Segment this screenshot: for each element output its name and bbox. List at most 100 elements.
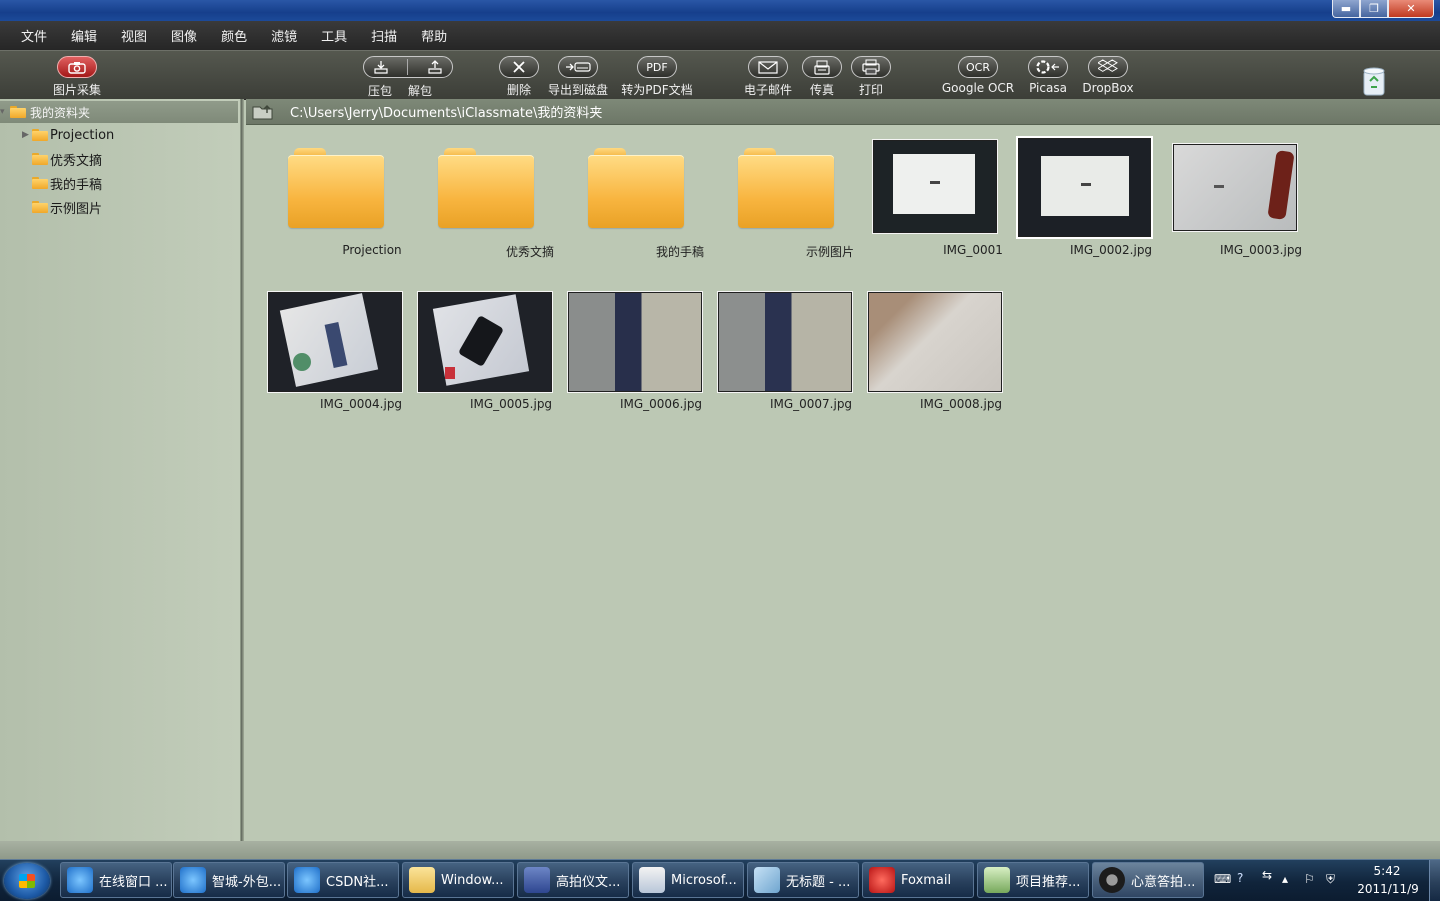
thumbnail-image bbox=[717, 291, 853, 393]
tree-item-manuscripts[interactable]: 我的手稿 bbox=[32, 172, 102, 194]
eye-icon bbox=[1099, 867, 1125, 893]
collapse-arrow-icon[interactable]: ▾ bbox=[0, 107, 10, 117]
folder-icon bbox=[32, 129, 48, 141]
maximize-button[interactable]: ❐ bbox=[1360, 0, 1388, 18]
export-disk-label: 导出到磁盘 bbox=[547, 83, 608, 97]
tree-item-excerpts[interactable]: 优秀文摘 bbox=[32, 148, 102, 170]
folder-up-icon[interactable] bbox=[252, 103, 274, 120]
task-foxmail[interactable]: Foxmail bbox=[862, 862, 974, 898]
ie-icon bbox=[294, 867, 320, 893]
folder-icon bbox=[438, 148, 534, 228]
task-active-app[interactable]: 心意答拍... bbox=[1092, 862, 1204, 898]
to-pdf-button[interactable]: PDF 转为PDF文档 bbox=[620, 51, 694, 99]
menu-scan[interactable]: 扫描 bbox=[371, 26, 397, 45]
menu-filter[interactable]: 滤镜 bbox=[271, 26, 297, 45]
print-button[interactable]: 打印 bbox=[851, 51, 891, 99]
menu-view[interactable]: 视图 bbox=[121, 26, 147, 45]
dropbox-icon bbox=[1088, 56, 1128, 78]
unpack-icon bbox=[428, 60, 442, 74]
thumbnail-image bbox=[872, 139, 998, 234]
window-controls: ▬ ❐ ✕ bbox=[1332, 0, 1434, 18]
google-ocr-button[interactable]: OCR Google OCR bbox=[938, 51, 1018, 99]
file-name: IMG_0001 bbox=[943, 243, 1003, 257]
delete-button[interactable]: 删除 bbox=[497, 51, 541, 99]
task-label: Window... bbox=[441, 872, 504, 888]
task-microsoft[interactable]: Microsof... bbox=[632, 862, 744, 898]
status-strip bbox=[0, 841, 1440, 859]
ie-icon bbox=[180, 867, 206, 893]
task-untitled[interactable]: 无标题 - ... bbox=[747, 862, 859, 898]
menu-color[interactable]: 颜色 bbox=[221, 26, 247, 45]
clock-date[interactable]: 2011/11/9 bbox=[1350, 882, 1426, 896]
file-name: 示例图片 bbox=[805, 245, 854, 259]
fax-button[interactable]: 传真 bbox=[802, 51, 842, 99]
task-scanner-doc[interactable]: 高拍仪文... bbox=[517, 862, 629, 898]
fax-icon bbox=[802, 56, 842, 78]
menu-image[interactable]: 图像 bbox=[171, 26, 197, 45]
tree-root-my-folder[interactable]: ▾ 我的资料夹 bbox=[0, 101, 238, 123]
dropbox-button[interactable]: DropBox bbox=[1080, 51, 1136, 99]
folder-icon bbox=[738, 148, 834, 228]
menu-edit[interactable]: 编辑 bbox=[71, 26, 97, 45]
task-ie-3[interactable]: CSDN社... bbox=[287, 862, 399, 898]
current-path: C:\Users\Jerry\Documents\iClassmate\我的资料… bbox=[290, 106, 603, 121]
file-name: IMG_0008.jpg bbox=[919, 397, 1003, 411]
pack-label: 压包 bbox=[368, 84, 393, 98]
picasa-button[interactable]: Picasa bbox=[1026, 51, 1070, 99]
pack-button[interactable]: 压包 bbox=[368, 77, 392, 99]
task-label: 在线窗口 ... bbox=[99, 874, 168, 890]
project-icon bbox=[984, 867, 1010, 893]
menu-file[interactable]: 文件 bbox=[21, 26, 47, 45]
menu-bar: 文件 编辑 视图 图像 颜色 滤镜 工具 扫描 帮助 bbox=[0, 21, 1440, 50]
expand-arrow-icon[interactable]: ▶ bbox=[22, 130, 32, 140]
task-project[interactable]: 项目推荐... bbox=[977, 862, 1089, 898]
clock-time[interactable]: 5:42 bbox=[1368, 864, 1406, 878]
export-disk-button[interactable]: 导出到磁盘 bbox=[546, 51, 610, 99]
tree-item-projection[interactable]: ▶ Projection bbox=[22, 124, 114, 146]
task-ie-2[interactable]: 智城-外包... bbox=[173, 862, 285, 898]
task-label: 项目推荐... bbox=[1016, 874, 1081, 890]
splitter[interactable] bbox=[241, 99, 244, 841]
close-button[interactable]: ✕ bbox=[1388, 0, 1434, 18]
title-bar: ▬ ❐ ✕ bbox=[0, 0, 1440, 21]
action-center-icon[interactable]: ⚐ bbox=[1304, 872, 1315, 886]
help-icon[interactable]: ? bbox=[1237, 871, 1243, 885]
minimize-button[interactable]: ▬ bbox=[1332, 0, 1360, 18]
task-label: 心意答拍... bbox=[1131, 874, 1196, 890]
taskbar: 在线窗口 ... 智城-外包... CSDN社... Window... 高拍仪… bbox=[0, 859, 1440, 901]
unpack-button[interactable]: 解包 bbox=[408, 77, 432, 99]
folder-tree: ▾ 我的资料夹 ▶ Projection 优秀文摘 我的手稿 示例图片 bbox=[0, 99, 241, 841]
show-desktop-button[interactable] bbox=[1429, 860, 1440, 901]
envelope-icon bbox=[748, 56, 788, 78]
foxmail-icon bbox=[869, 867, 895, 893]
capture-button[interactable]: 图片采集 bbox=[50, 51, 104, 99]
pdf-icon: PDF bbox=[637, 56, 677, 78]
fax-label: 传真 bbox=[809, 83, 834, 97]
tray-expand-icon[interactable]: ▴ bbox=[1282, 872, 1288, 886]
thumbnail-image bbox=[417, 291, 553, 393]
file-name: IMG_0005.jpg bbox=[469, 397, 553, 411]
menu-help[interactable]: 帮助 bbox=[421, 26, 447, 45]
recycle-bin-icon[interactable] bbox=[1362, 66, 1386, 96]
tree-item-samples[interactable]: 示例图片 bbox=[32, 196, 102, 218]
google-ocr-label: Google OCR bbox=[941, 81, 1015, 95]
picasa-label: Picasa bbox=[1029, 81, 1067, 95]
task-label: 高拍仪文... bbox=[556, 874, 621, 890]
unpack-label: 解包 bbox=[408, 84, 433, 98]
task-explorer[interactable]: Window... bbox=[402, 862, 514, 898]
pack-unpack-pill bbox=[363, 56, 453, 78]
file-name: IMG_0003.jpg bbox=[1219, 243, 1303, 257]
antivirus-icon[interactable]: ⛨ bbox=[1326, 872, 1335, 887]
printer-icon bbox=[851, 56, 891, 78]
keyboard-icon[interactable]: ⌨ bbox=[1214, 872, 1231, 886]
menu-tools[interactable]: 工具 bbox=[321, 26, 347, 45]
email-button[interactable]: 电子邮件 bbox=[742, 51, 794, 99]
file-name: IMG_0006.jpg bbox=[619, 397, 703, 411]
file-name: IMG_0002.jpg bbox=[1069, 243, 1153, 257]
network-icon[interactable]: ⇆ bbox=[1262, 868, 1272, 882]
start-button[interactable] bbox=[4, 863, 50, 899]
task-ie-1[interactable]: 在线窗口 ... bbox=[60, 862, 172, 898]
thumbnail-image bbox=[267, 291, 403, 393]
camera-icon bbox=[57, 56, 97, 78]
thumbnail-image bbox=[567, 291, 703, 393]
